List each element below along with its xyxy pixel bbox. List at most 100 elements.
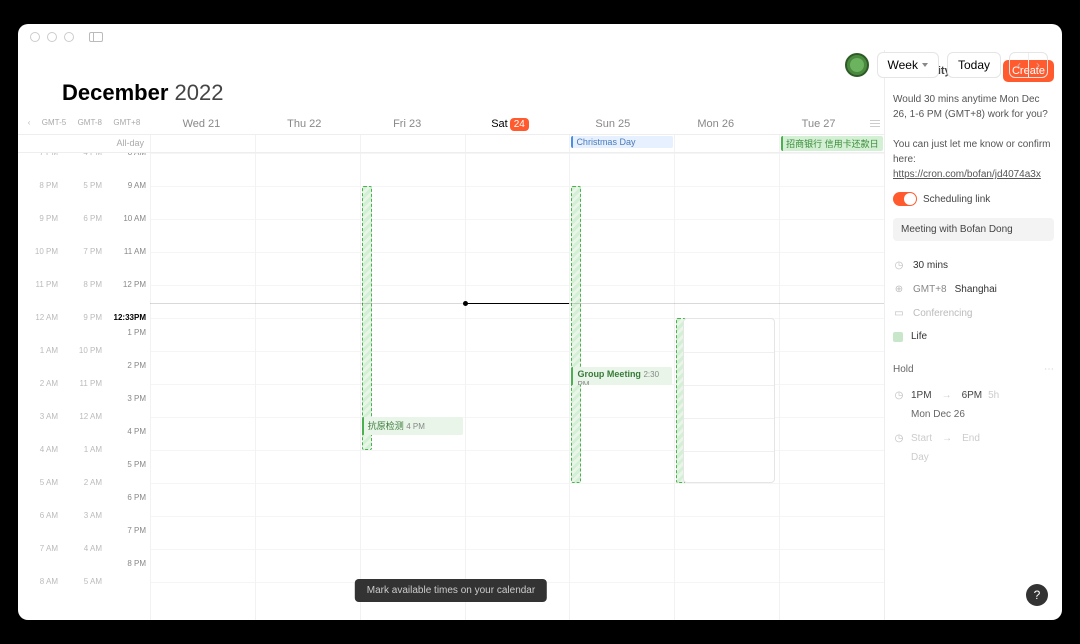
time-label: 3 AM [62,511,106,544]
allday-cell[interactable] [674,135,779,152]
window-zoom-icon[interactable] [64,32,74,42]
event-bank[interactable]: 招商银行 信用卡还款日 [781,136,883,151]
arrow-icon: → [942,390,952,401]
day-column[interactable] [150,153,255,620]
time-label: 7 PM [106,526,150,559]
tz-chevron[interactable]: ‹ [28,118,31,130]
calendar-chip-icon [893,332,903,342]
month-title: December 2022 [18,50,884,116]
day-column[interactable] [465,153,570,620]
time-label: 9 PM [62,313,106,346]
day-column[interactable]: Group Meeting 2:30 PM [569,153,674,620]
end-placeholder[interactable]: End [962,433,980,444]
duration-value[interactable]: 30 mins [913,260,948,271]
time-label: 8 AM [106,153,150,181]
day-column[interactable] [255,153,360,620]
allday-cell[interactable] [465,135,570,152]
hold-title: Hold [893,364,914,375]
hold-date[interactable]: Mon Dec 26 [893,405,1054,428]
day-header-sat[interactable]: Sat24 [459,116,562,134]
time-label: 12:33PM [106,313,150,328]
allday-cell[interactable] [255,135,360,152]
time-label: 4 PM [106,427,150,460]
time-label: 8 PM [18,181,62,214]
meeting-title-input[interactable]: Meeting with Bofan Dong [893,218,1054,241]
time-label: 10 PM [62,346,106,379]
tz-header-1: GMT-5 [42,118,66,130]
time-label: 9 PM [18,214,62,247]
day-column[interactable] [779,153,884,620]
days-grid[interactable]: 抗原检测 4 PM Group Meeting 2:30 PM [150,153,884,620]
day-header-mon[interactable]: Mon 26 [664,116,767,134]
time-gutters: 7 PM8 PM9 PM10 PM11 PM12 AM1 AM2 AM3 AM4… [18,153,150,620]
tooltip: Mark available times on your calendar [355,579,547,602]
allday-cell[interactable] [150,135,255,152]
time-label: 11 AM [106,247,150,280]
conferencing-value[interactable]: Conferencing [913,308,972,319]
time-label: 6 AM [18,511,62,544]
time-label: 12 AM [62,412,106,445]
time-label: 11 PM [62,379,106,412]
next-week-button[interactable]: › [1029,53,1047,77]
day-header-sun[interactable]: Sun 25 [561,116,664,134]
clock-icon: ◷ [893,389,905,401]
day-placeholder[interactable]: Day [893,448,1054,471]
today-button[interactable]: Today [947,52,1001,78]
allday-cell[interactable]: Christmas Day [569,135,674,152]
hold-start[interactable]: 1PM [911,390,932,401]
arrow-icon: → [942,433,952,444]
sidebar-toggle-icon[interactable] [89,32,103,42]
clock-icon: ◷ [893,259,905,271]
window-minimize-icon[interactable] [47,32,57,42]
time-label: 6 PM [106,493,150,526]
time-label: 12 AM [18,313,62,346]
event-christmas[interactable]: Christmas Day [571,136,673,148]
time-label: 2 AM [62,478,106,511]
titlebar [18,24,1062,50]
day-header-tue[interactable]: Tue 27 [767,116,870,134]
availability-block-sun[interactable] [571,186,581,483]
chevron-down-icon [922,63,928,67]
clock-icon: ◷ [893,432,905,444]
scheduling-link-url[interactable]: https://cron.com/bofan/jd4074a3x [893,169,1041,180]
day-column[interactable] [674,153,779,620]
view-selector[interactable]: Week [877,52,939,78]
event-antigen-test[interactable]: 抗原检测 4 PM [362,417,463,435]
prev-week-button[interactable]: ‹ [1010,53,1029,77]
day-header-wed[interactable]: Wed 21 [150,116,253,134]
time-label: 8 PM [106,559,150,592]
time-label: 4 AM [62,544,106,577]
time-label: 1 AM [18,346,62,379]
nav-arrows: ‹ › [1009,52,1048,78]
allday-cell[interactable]: 招商银行 信用卡还款日 [779,135,884,152]
timezone-headers: ‹ GMT-5 GMT-8 GMT+8 [18,116,150,134]
day-header-fri[interactable]: Fri 23 [356,116,459,134]
day-header-thu[interactable]: Thu 22 [253,116,356,134]
time-label: 12 PM [106,280,150,313]
hold-end[interactable]: 6PM [962,390,983,401]
tz-city[interactable]: Shanghai [955,284,997,295]
scheduling-link-toggle[interactable] [893,192,917,206]
event-group-meeting[interactable]: Group Meeting 2:30 PM [571,367,672,385]
time-label: 3 AM [18,412,62,445]
menu-icon[interactable] [870,116,884,134]
hold-slot-card[interactable] [683,318,775,483]
calendar: December 2022 ‹ GMT-5 GMT-8 GMT+8 Wed 21… [18,50,884,620]
calendar-name[interactable]: Life [911,331,927,342]
day-column[interactable]: 抗原检测 4 PM [360,153,465,620]
allday-label: All-day [18,135,150,152]
hold-more-icon[interactable]: ⋯ [1044,364,1054,375]
time-label: 1 PM [106,328,150,361]
availability-message: Would 30 mins anytime Mon Dec 26, 1-6 PM… [893,92,1054,182]
tz-header-2: GMT-8 [78,118,102,130]
window-close-icon[interactable] [30,32,40,42]
time-label: 1 AM [62,445,106,478]
today-pill: 24 [510,118,529,131]
time-label: 6 PM [62,214,106,247]
time-label: 8 PM [62,280,106,313]
start-placeholder[interactable]: Start [911,433,932,444]
availability-block-fri[interactable] [362,186,372,450]
time-label: 7 AM [18,544,62,577]
allday-cell[interactable] [360,135,465,152]
help-button[interactable]: ? [1026,584,1048,606]
